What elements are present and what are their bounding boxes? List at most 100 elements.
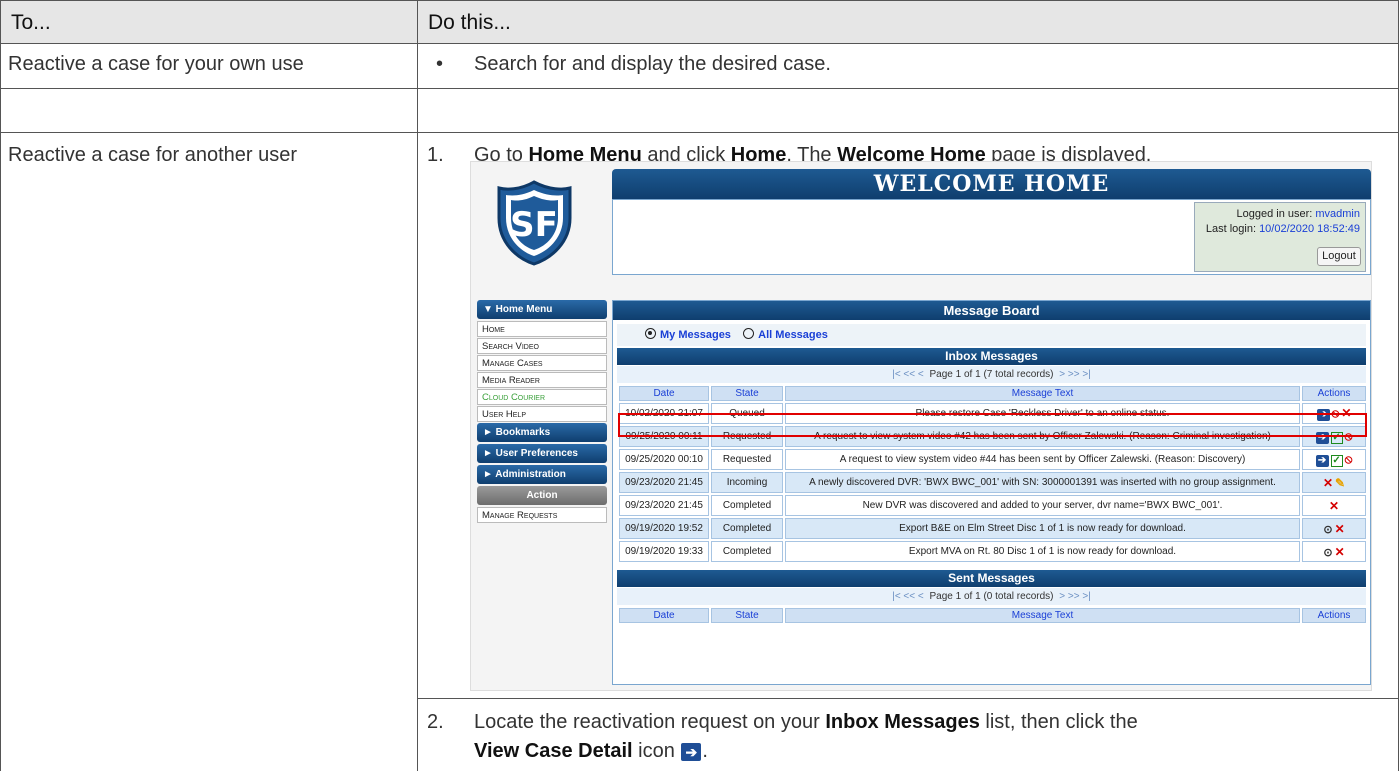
message-date: 09/23/2020 21:45: [619, 472, 709, 493]
header-to: To...: [11, 11, 51, 34]
last-login-value: 10/02/2020 18:52:49: [1259, 223, 1360, 235]
message-text: New DVR was discovered and added to your…: [785, 495, 1300, 516]
message-actions: ➔ ✓ ⦸: [1302, 449, 1366, 470]
message-board-title: Message Board: [613, 301, 1370, 320]
table-row: 09/23/2020 21:45 Incoming A newly discov…: [619, 472, 1366, 493]
table-border-left: [0, 0, 1, 771]
sent-table: Date State Message Text Actions: [617, 606, 1368, 625]
pager-prev-icons[interactable]: |< << <: [892, 369, 924, 380]
pager-prev-icons[interactable]: |< << <: [892, 591, 924, 602]
menu-item-manage-requests[interactable]: Manage Requests: [477, 507, 607, 523]
bookmarks-header[interactable]: ► Bookmarks: [477, 423, 607, 442]
task-another-user: Reactive a case for another user: [8, 144, 298, 166]
welcome-panel: Logged in user: mvadmin Last login: 10/0…: [612, 199, 1371, 275]
table-row: 09/19/2020 19:52 Completed Export B&E on…: [619, 518, 1366, 539]
col-date: Date: [619, 608, 709, 623]
step-1-number: 1.: [427, 144, 444, 166]
highlight-frame: [618, 413, 1367, 437]
message-date: 09/23/2020 21:45: [619, 495, 709, 516]
col-actions: Actions: [1302, 386, 1366, 401]
message-state: Requested: [711, 449, 783, 470]
col-message-text: Message Text: [785, 386, 1300, 401]
menu-item-manage-cases[interactable]: Manage Cases: [477, 355, 607, 371]
message-state: Completed: [711, 495, 783, 516]
sent-pager: |< << < Page 1 of 1 (0 total records) > …: [617, 588, 1366, 605]
step-2-line-2: View Case Detail icon ➔.: [474, 740, 708, 762]
task-own-use: Reactive a case for your own use: [8, 53, 304, 75]
download-icon[interactable]: ⊙: [1323, 523, 1332, 536]
home-menu-header[interactable]: ▼ Home Menu: [477, 300, 607, 319]
row-divider: [0, 88, 1399, 89]
message-date: 09/19/2020 19:52: [619, 518, 709, 539]
inbox-page-info: Page 1 of 1 (7 total records): [929, 369, 1054, 380]
my-messages-label[interactable]: My Messages: [660, 329, 731, 341]
col-state: State: [711, 608, 783, 623]
view-case-detail-icon: ➔: [681, 743, 702, 761]
row-divider: [0, 132, 1399, 133]
logout-button[interactable]: Logout: [1317, 247, 1361, 266]
approve-icon[interactable]: ✓: [1330, 455, 1343, 467]
message-board: Message Board My Messages All Messages I…: [612, 300, 1371, 685]
row-divider: [0, 43, 1399, 44]
home-menu: ▼ Home Menu Home Search Video Manage Cas…: [477, 300, 607, 524]
step-divider: [417, 698, 1399, 699]
inbox-table: Date State Message Text Actions 10/02/20…: [617, 384, 1368, 564]
login-info-box: Logged in user: mvadmin Last login: 10/0…: [1194, 202, 1366, 272]
instruction-own-use: Search for and display the desired case.: [474, 53, 831, 75]
bullet: •: [436, 53, 444, 75]
action-header: Action: [477, 486, 607, 505]
message-text: Export MVA on Rt. 80 Disc 1 of 1 is now …: [785, 541, 1300, 562]
pager-next-icons[interactable]: > >> >|: [1059, 369, 1091, 380]
logged-in-user: mvadmin: [1315, 208, 1360, 220]
column-divider: [417, 0, 418, 771]
inbox-pager: |< << < Page 1 of 1 (7 total records) > …: [617, 366, 1366, 383]
all-messages-radio[interactable]: [743, 328, 755, 339]
delete-icon[interactable]: ✕: [1335, 545, 1345, 559]
deny-icon[interactable]: ⦸: [1345, 452, 1353, 467]
header-do-this: Do this...: [428, 11, 511, 34]
col-state: State: [711, 386, 783, 401]
sent-page-info: Page 1 of 1 (0 total records): [929, 591, 1054, 602]
edit-icon[interactable]: ✎: [1335, 476, 1345, 490]
step-2-line-1: Locate the reactivation request on your …: [474, 711, 1138, 733]
menu-item-user-help[interactable]: User Help: [477, 406, 607, 422]
delete-icon[interactable]: ✕: [1335, 522, 1345, 536]
col-actions: Actions: [1302, 608, 1366, 623]
administration-header[interactable]: ► Administration: [477, 465, 607, 484]
message-state: Completed: [711, 541, 783, 562]
col-date: Date: [619, 386, 709, 401]
message-actions: ✕: [1302, 495, 1366, 516]
message-text: A newly discovered DVR: 'BWX BWC_001' wi…: [785, 472, 1300, 493]
menu-item-cloud-courier[interactable]: Cloud Courier: [477, 389, 607, 405]
message-actions: ✕ ✎: [1302, 472, 1366, 493]
user-preferences-header[interactable]: ► User Preferences: [477, 444, 607, 463]
sent-messages-title: Sent Messages: [617, 570, 1366, 587]
download-icon[interactable]: ⊙: [1323, 546, 1332, 559]
svg-text:SF: SF: [510, 205, 558, 245]
message-text: Export B&E on Elm Street Disc 1 of 1 is …: [785, 518, 1300, 539]
message-state: Completed: [711, 518, 783, 539]
my-messages-radio[interactable]: [645, 328, 656, 339]
message-state: Incoming: [711, 472, 783, 493]
col-message-text: Message Text: [785, 608, 1300, 623]
message-filter: My Messages All Messages: [617, 324, 1366, 346]
menu-item-search-video[interactable]: Search Video: [477, 338, 607, 354]
all-messages-label[interactable]: All Messages: [758, 329, 828, 341]
pager-next-icons[interactable]: > >> >|: [1059, 591, 1091, 602]
message-actions: ⊙ ✕: [1302, 518, 1366, 539]
welcome-home-title: WELCOME HOME: [612, 169, 1371, 199]
view-icon[interactable]: ➔: [1315, 455, 1329, 467]
message-actions: ⊙ ✕: [1302, 541, 1366, 562]
inbox-messages-title: Inbox Messages: [617, 348, 1366, 365]
welcome-home-screenshot: SF WELCOME HOME Logged in user: mvadmin …: [470, 161, 1372, 691]
step-2-number: 2.: [427, 711, 444, 733]
table-row: 09/23/2020 21:45 Completed New DVR was d…: [619, 495, 1366, 516]
table-header-row: To... Do this...: [0, 0, 1399, 44]
menu-item-media-reader[interactable]: Media Reader: [477, 372, 607, 388]
table-row: 09/19/2020 19:33 Completed Export MVA on…: [619, 541, 1366, 562]
shield-logo-icon: SF: [497, 180, 572, 266]
menu-item-home[interactable]: Home: [477, 321, 607, 337]
delete-icon[interactable]: ✕: [1323, 476, 1333, 490]
delete-icon[interactable]: ✕: [1329, 499, 1339, 513]
message-date: 09/25/2020 00:10: [619, 449, 709, 470]
